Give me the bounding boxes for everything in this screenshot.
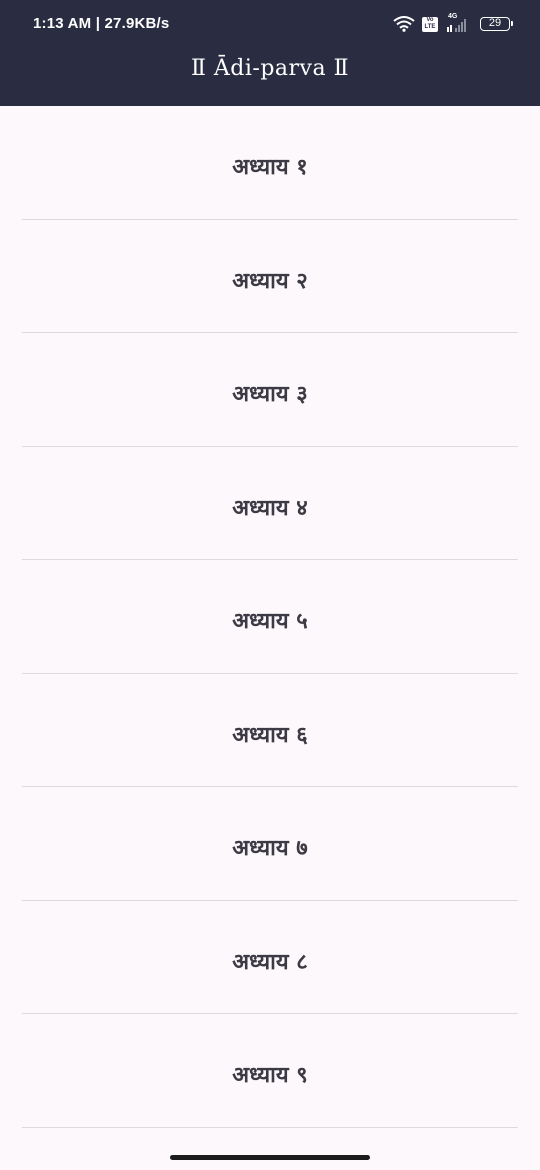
chapter-item-3[interactable]: अध्याय ३ [22,333,518,447]
chapter-label: अध्याय २ [232,268,308,294]
chapter-label: अध्याय ९ [232,1063,308,1089]
app-header: 1:13 AM | 27.9KB/s Vo LTE 4G 29 Ⅱ Ādi-pa… [0,0,540,106]
home-indicator[interactable] [170,1155,370,1160]
status-time: 1:13 AM | 27.9KB/s [33,15,170,32]
chapter-label: अध्याय ८ [232,949,308,975]
signal-icon: 4G [445,13,473,33]
volte-icon: Vo LTE [422,16,438,32]
chapter-label: अध्याय ३ [232,382,308,408]
chapter-item-2[interactable]: अध्याय २ [22,220,518,333]
chapter-label: अध्याय ४ [232,495,308,521]
chapter-item-8[interactable]: अध्याय ८ [22,901,518,1014]
chapter-list: अध्याय १ अध्याय २ अध्याय ३ अध्याय ४ अध्य… [0,106,540,1128]
battery-icon: 29 [480,17,513,31]
status-icons: Vo LTE 4G 29 [393,13,513,34]
chapter-item-6[interactable]: अध्याय ६ [22,674,518,787]
chapter-item-4[interactable]: अध्याय ४ [22,447,518,560]
chapter-item-7[interactable]: अध्याय ७ [22,787,518,901]
page-title: Ⅱ Ādi-parva Ⅱ [190,56,350,81]
chapter-item-5[interactable]: अध्याय ५ [22,560,518,674]
chapter-label: अध्याय ५ [232,609,308,635]
wifi-icon [393,16,415,32]
chapter-label: अध्याय १ [232,155,308,181]
chapter-label: अध्याय ७ [232,836,308,862]
chapter-item-9[interactable]: अध्याय ९ [22,1014,518,1128]
chapter-label: अध्याय ६ [232,722,308,748]
chapter-item-1[interactable]: अध्याय १ [22,106,518,220]
